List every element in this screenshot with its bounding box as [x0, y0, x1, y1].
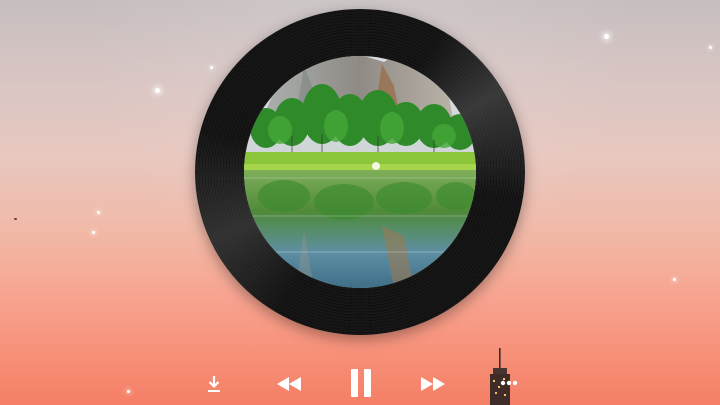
pause-icon — [351, 369, 371, 397]
light-particle — [673, 278, 676, 281]
light-particle — [127, 390, 130, 393]
fast-forward-icon — [421, 377, 445, 391]
rewind-icon — [277, 377, 301, 391]
download-icon — [208, 376, 220, 392]
light-particle — [92, 231, 95, 234]
more-dots-icon — [500, 380, 518, 386]
light-particle — [210, 66, 213, 69]
light-particle — [155, 88, 160, 93]
music-player-screen — [0, 0, 720, 405]
pause-button[interactable] — [346, 366, 376, 400]
landscape-artwork — [244, 56, 476, 288]
next-track-button[interactable] — [420, 374, 446, 394]
dust-mote — [14, 218, 17, 220]
album-artwork — [244, 56, 476, 288]
light-particle — [604, 34, 609, 39]
more-options-button[interactable] — [498, 376, 520, 390]
light-particle — [709, 46, 712, 49]
previous-track-button[interactable] — [276, 374, 302, 394]
vinyl-record[interactable] — [195, 9, 525, 335]
light-particle — [97, 211, 100, 214]
download-button[interactable] — [204, 373, 224, 395]
